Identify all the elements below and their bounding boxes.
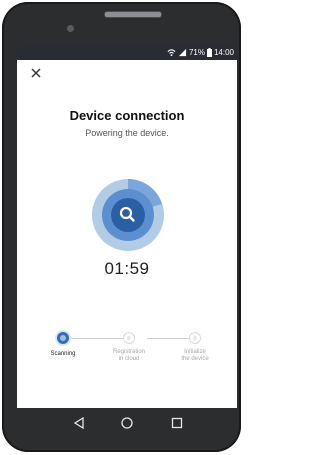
battery-icon (206, 48, 212, 57)
scan-center (111, 198, 145, 232)
step-dot-registration (123, 332, 135, 344)
front-camera (67, 25, 74, 32)
status-time: 14:00 (213, 48, 234, 57)
close-icon[interactable] (30, 67, 42, 79)
signal-icon (178, 48, 187, 57)
step-dot-initialize (189, 332, 201, 344)
app-screen: 71% 14:00 Device connection Powering the… (17, 46, 237, 408)
progress-steps: Scanning Registration in cloud Initializ… (17, 332, 237, 382)
scan-animation (92, 179, 164, 251)
step-dot-scanning (57, 332, 69, 344)
speaker-grille (104, 11, 162, 18)
step-label-initialize: Initialize the device (181, 349, 209, 362)
battery-percent: 71% (188, 48, 205, 57)
countdown-timer: 01:59 (104, 259, 150, 278)
home-circle-icon[interactable] (120, 416, 134, 430)
navigation-bar (17, 408, 237, 438)
back-triangle-icon[interactable] (72, 416, 86, 430)
status-bar: 71% 14:00 (17, 46, 237, 60)
step-label-scanning: Scanning (50, 351, 76, 357)
page-subtitle: Powering the device. (85, 128, 169, 138)
page-title: Device connection (69, 108, 185, 123)
recents-square-icon[interactable] (170, 416, 184, 430)
wifi-icon (167, 49, 176, 57)
step-label-registration: Registration in cloud (112, 349, 145, 362)
